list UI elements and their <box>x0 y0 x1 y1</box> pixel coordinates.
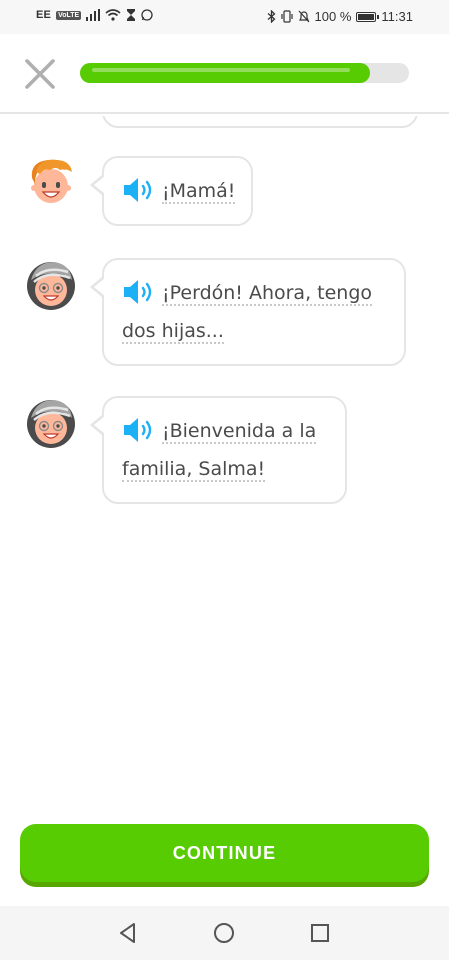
speaker-icon[interactable] <box>122 177 156 203</box>
status-bar: EE VoLTE 100 % 11:31 <box>0 0 449 34</box>
continue-button[interactable]: CONTINUE <box>20 824 429 882</box>
message-text[interactable]: ¡Perdón! Ahora, tengo <box>162 282 373 306</box>
message-text[interactable]: dos hijas... <box>122 320 224 344</box>
grey-haired-character-avatar <box>26 396 76 450</box>
battery-icon <box>356 11 380 22</box>
lesson-progress-fill <box>80 63 370 83</box>
whatsapp-icon <box>141 9 153 21</box>
close-icon <box>25 59 55 89</box>
carrier-label: EE <box>36 9 52 21</box>
red-haired-character-avatar <box>26 156 76 210</box>
clock: 11:31 <box>381 9 413 24</box>
close-button[interactable] <box>22 56 58 92</box>
bluetooth-icon <box>267 10 276 23</box>
home-icon[interactable] <box>212 921 236 945</box>
message-text[interactable]: ¡Bienvenida a la <box>162 420 317 444</box>
mute-bell-icon <box>298 10 309 23</box>
grey-haired-character-avatar <box>26 258 76 312</box>
wifi-icon <box>105 9 121 21</box>
continue-label: CONTINUE <box>172 842 277 863</box>
dialogue-area: ¡Mamá! ¡Perdón! Ahora, tengo dos hijas..… <box>0 116 449 816</box>
message-bubble: ¡Bienvenida a la familia, Salma! <box>90 396 347 504</box>
vibrate-icon <box>280 10 293 23</box>
battery-percent: 100 % <box>314 9 352 24</box>
system-nav-bar <box>0 906 449 960</box>
signal-icon <box>86 9 101 21</box>
status-right: 100 % 11:31 <box>267 9 413 24</box>
message-text[interactable]: familia, Salma! <box>122 458 266 482</box>
message-bubble: ¡Perdón! Ahora, tengo dos hijas... <box>90 258 406 366</box>
volte-badge: VoLTE <box>56 10 82 20</box>
hourglass-icon <box>127 9 136 21</box>
speaker-icon[interactable] <box>122 279 156 305</box>
previous-message-bubble <box>102 116 418 128</box>
back-icon[interactable] <box>116 921 140 945</box>
status-left: EE VoLTE <box>36 9 153 21</box>
speaker-icon[interactable] <box>122 417 156 443</box>
recents-icon[interactable] <box>308 921 332 945</box>
lesson-progress-bar <box>80 63 409 83</box>
message-text[interactable]: ¡Mamá! <box>162 180 236 204</box>
message-bubble: ¡Mamá! <box>89 156 254 226</box>
lesson-header <box>0 34 449 114</box>
